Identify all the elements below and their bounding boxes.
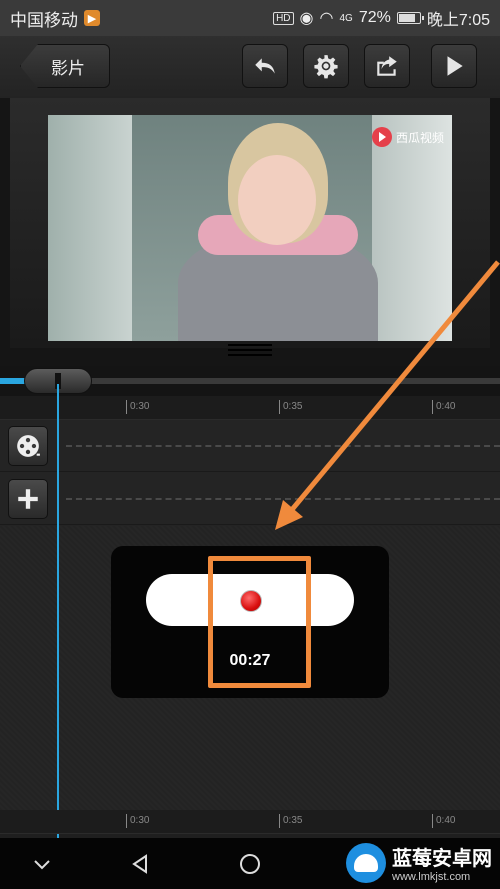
play-icon [447, 56, 463, 76]
clock: 晚上7:05 [426, 12, 490, 29]
site-watermark: 蓝莓安卓网 www.lmkjst.com [346, 842, 492, 883]
gear-icon [314, 55, 338, 79]
battery-percent: 72% [358, 9, 391, 26]
track-list [0, 420, 500, 526]
ruler-tick: 0:40 [432, 814, 455, 828]
battery-icon [396, 12, 424, 24]
settings-button[interactable] [303, 44, 349, 88]
share-icon [377, 56, 397, 76]
timeline-ruler: 0:30 0:35 0:40 [0, 396, 500, 420]
add-track-button[interactable] [8, 479, 48, 519]
playhead[interactable] [57, 384, 59, 838]
plus-icon [18, 489, 38, 509]
video-subject-face [238, 155, 316, 245]
watermark-logo-icon [371, 127, 392, 147]
annotation-highlight-box [208, 556, 311, 688]
notification-icon: ▶ [84, 10, 100, 26]
back-button[interactable]: 影片 [20, 44, 110, 88]
brand-name: 蓝莓安卓网 [392, 848, 492, 870]
brand-logo-icon [346, 842, 386, 883]
status-bar: 中国移动 ▶ HD ◉ ◠ 4G 72% 晚上7:05 [0, 0, 500, 36]
watermark-text: 西瓜视频 [395, 130, 444, 145]
undo-icon [255, 58, 275, 74]
ruler-tick: 0:35 [279, 814, 302, 828]
share-button[interactable] [364, 44, 410, 88]
back-nav-button[interactable] [126, 850, 154, 878]
film-reel-icon [17, 435, 40, 457]
video-wall-right [372, 115, 452, 341]
video-preview-area: 西瓜视频 [0, 98, 500, 366]
video-wall-left [48, 115, 132, 341]
video-track [0, 420, 500, 472]
video-frame[interactable]: 西瓜视频 [48, 115, 452, 341]
hd-icon: HD [273, 11, 294, 25]
chevron-down-icon [34, 860, 50, 870]
undo-button[interactable] [242, 44, 288, 88]
ruler-tick: 0:40 [432, 400, 455, 414]
add-media-button[interactable] [8, 426, 48, 466]
hide-nav-button[interactable] [28, 850, 56, 878]
track-placeholder [66, 445, 500, 447]
home-nav-button[interactable] [236, 850, 264, 878]
extra-track [0, 473, 500, 525]
ruler-tick: 0:30 [126, 814, 149, 828]
back-label: 影片 [51, 58, 85, 78]
scrubber[interactable] [0, 366, 500, 396]
track-placeholder [66, 498, 500, 500]
status-right: HD ◉ ◠ 4G 72% 晚上7:05 [273, 6, 490, 30]
network-label: 4G [339, 12, 353, 24]
timeline-ruler-bottom: 0:30 0:35 0:40 [0, 810, 500, 834]
circle-home-icon [240, 854, 260, 874]
resize-handle[interactable] [228, 344, 272, 356]
wifi-icon: ◠ [319, 10, 334, 27]
ruler-tick: 0:35 [279, 400, 302, 414]
brand-url: www.lmkjst.com [392, 871, 471, 883]
eye-icon: ◉ [299, 10, 314, 27]
ruler-tick: 0:30 [126, 400, 149, 414]
toolbar: 影片 [0, 36, 500, 98]
play-button[interactable] [431, 44, 477, 88]
watermark: 西瓜视频 [371, 127, 444, 147]
triangle-back-icon [132, 854, 147, 874]
carrier-name: 中国移动 [10, 10, 78, 30]
